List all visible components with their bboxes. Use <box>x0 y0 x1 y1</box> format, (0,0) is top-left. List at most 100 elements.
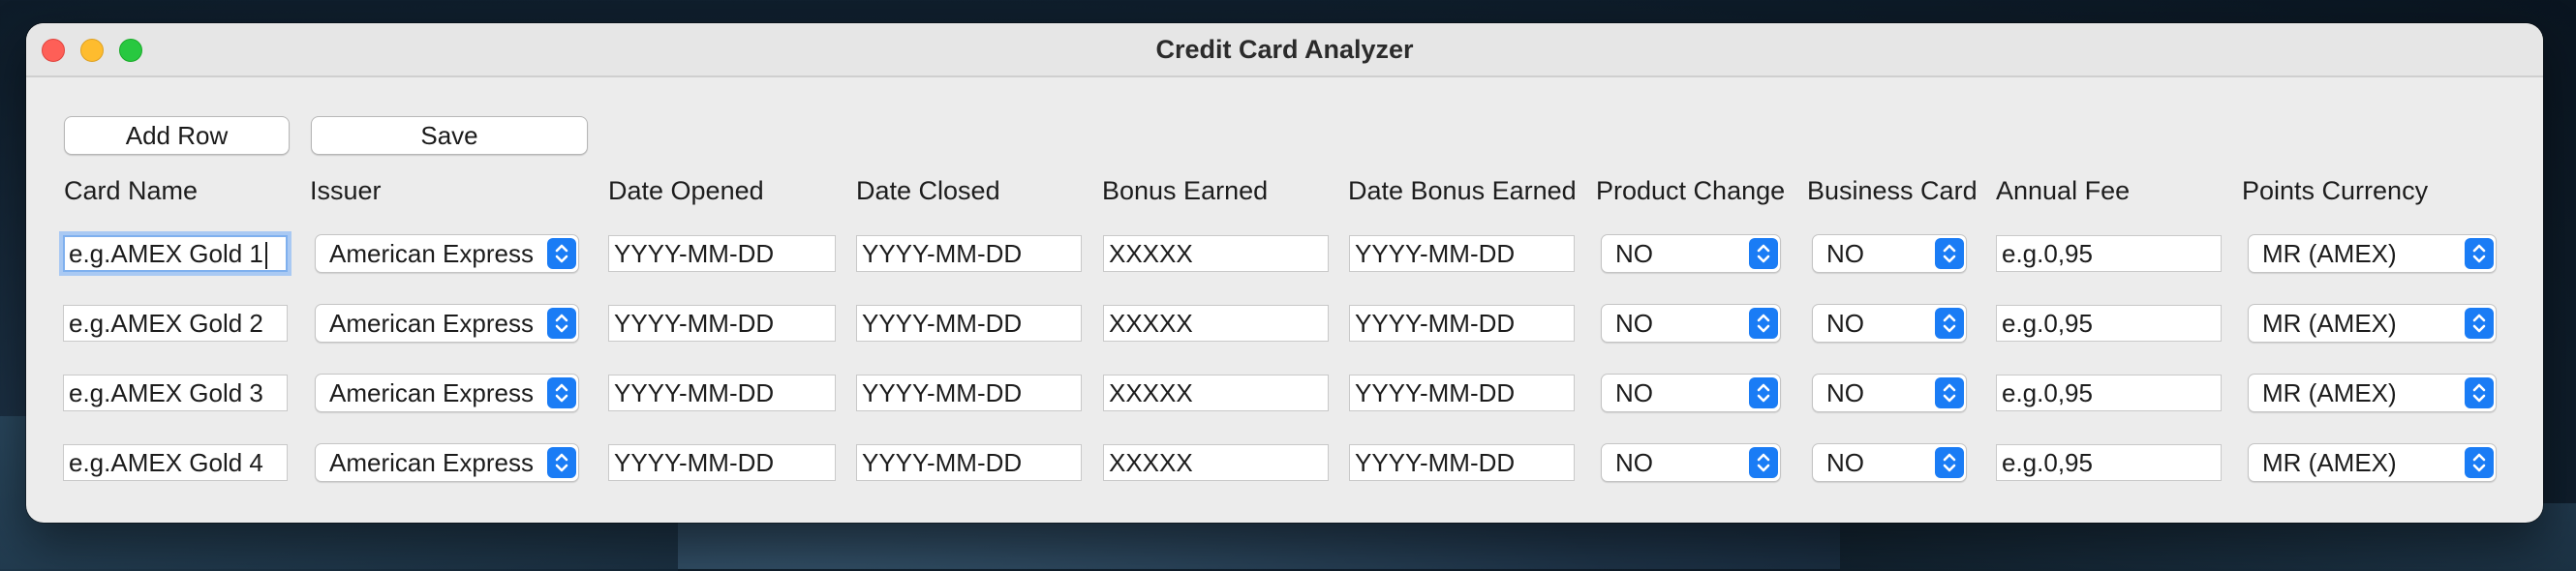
annual-fee-field[interactable]: e.g.0,95 <box>1996 235 2222 272</box>
column-header: Date Opened <box>608 176 764 205</box>
date-closed-field[interactable]: YYYY-MM-DD <box>856 235 1082 272</box>
card-name-field[interactable]: e.g.AMEX Gold 2 <box>63 305 288 342</box>
select-value: NO <box>1826 378 1864 407</box>
date-bonus-earned-field[interactable]: YYYY-MM-DD <box>1349 305 1575 342</box>
select-value: MR (AMEX) <box>2262 448 2397 477</box>
title-bar: Credit Card Analyzer <box>26 23 2543 77</box>
field-value: XXXXX <box>1109 309 1193 338</box>
select-value: NO <box>1615 239 1653 268</box>
points-currency-select[interactable]: MR (AMEX) <box>2248 234 2497 273</box>
product-change-select[interactable]: NO <box>1601 304 1781 343</box>
column-header: Date Closed <box>856 176 1000 205</box>
points-currency-select[interactable]: MR (AMEX) <box>2248 304 2497 343</box>
points-currency-select[interactable]: MR (AMEX) <box>2248 443 2497 482</box>
column-header: Bonus Earned <box>1102 176 1269 205</box>
card-name-field[interactable]: e.g.AMEX Gold 3 <box>63 375 288 411</box>
chevron-up-down-icon[interactable] <box>547 238 576 269</box>
field-value: YYYY-MM-DD <box>614 378 775 407</box>
save-button[interactable]: Save <box>311 116 588 155</box>
business-card-select[interactable]: NO <box>1812 304 1967 343</box>
column-header: Card Name <box>64 176 199 205</box>
product-change-select[interactable]: NO <box>1601 443 1781 482</box>
field-value: e.g.0,95 <box>2002 448 2093 477</box>
field-value: YYYY-MM-DD <box>862 448 1023 477</box>
field-value: XXXXX <box>1109 239 1193 268</box>
select-value: NO <box>1615 448 1653 477</box>
annual-fee-field[interactable]: e.g.0,95 <box>1996 444 2222 481</box>
select-value: NO <box>1826 448 1864 477</box>
date-closed-field[interactable]: YYYY-MM-DD <box>856 444 1082 481</box>
field-value: e.g.0,95 <box>2002 378 2093 407</box>
window-title: Credit Card Analyzer <box>1155 35 1414 64</box>
business-card-select[interactable]: NO <box>1812 443 1967 482</box>
bonus-earned-field[interactable]: XXXXX <box>1103 375 1329 411</box>
date-bonus-earned-field[interactable]: YYYY-MM-DD <box>1349 444 1575 481</box>
field-value: YYYY-MM-DD <box>614 239 775 268</box>
product-change-select[interactable]: NO <box>1601 234 1781 273</box>
date-bonus-earned-field[interactable]: YYYY-MM-DD <box>1349 375 1575 411</box>
chevron-up-down-icon[interactable] <box>1749 447 1778 478</box>
chevron-up-down-icon[interactable] <box>1935 308 1964 339</box>
chevron-up-down-icon[interactable] <box>1749 308 1778 339</box>
field-value: YYYY-MM-DD <box>614 309 775 338</box>
column-header: Date Bonus Earned <box>1348 176 1577 205</box>
annual-fee-field[interactable]: e.g.0,95 <box>1996 375 2222 411</box>
field-value: XXXXX <box>1109 378 1193 407</box>
field-value: e.g.AMEX Gold 4 <box>69 448 263 477</box>
text-cursor <box>264 242 267 270</box>
chevron-up-down-icon[interactable] <box>1749 238 1778 269</box>
select-value: MR (AMEX) <box>2262 309 2397 338</box>
card-name-field[interactable]: e.g.AMEX Gold 4 <box>63 444 288 481</box>
add-row-button[interactable]: Add Row <box>64 116 290 155</box>
date-opened-field[interactable]: YYYY-MM-DD <box>608 235 836 272</box>
chevron-up-down-icon[interactable] <box>2465 377 2494 408</box>
field-value: YYYY-MM-DD <box>1355 309 1516 338</box>
select-value: American Express <box>329 309 534 338</box>
card-name-field[interactable]: e.g.AMEX Gold 1 <box>63 235 288 272</box>
date-bonus-earned-field[interactable]: YYYY-MM-DD <box>1349 235 1575 272</box>
annual-fee-field[interactable]: e.g.0,95 <box>1996 305 2222 342</box>
date-opened-field[interactable]: YYYY-MM-DD <box>608 305 836 342</box>
select-value: NO <box>1615 309 1653 338</box>
field-value: e.g.AMEX Gold 2 <box>69 309 263 338</box>
chevron-up-down-icon[interactable] <box>1935 377 1964 408</box>
product-change-select[interactable]: NO <box>1601 374 1781 412</box>
field-value: YYYY-MM-DD <box>1355 448 1516 477</box>
select-value: American Express <box>329 378 534 407</box>
bonus-earned-field[interactable]: XXXXX <box>1103 235 1329 272</box>
field-value: e.g.0,95 <box>2002 309 2093 338</box>
bonus-earned-field[interactable]: XXXXX <box>1103 444 1329 481</box>
chevron-up-down-icon[interactable] <box>547 447 576 478</box>
issuer-select[interactable]: American Express <box>315 304 579 343</box>
column-header: Business Card <box>1807 176 1978 205</box>
bonus-earned-field[interactable]: XXXXX <box>1103 305 1329 342</box>
date-closed-field[interactable]: YYYY-MM-DD <box>856 375 1082 411</box>
column-header: Product Change <box>1596 176 1786 205</box>
field-value: YYYY-MM-DD <box>614 448 775 477</box>
business-card-select[interactable]: NO <box>1812 374 1967 412</box>
chevron-up-down-icon[interactable] <box>2465 447 2494 478</box>
chevron-up-down-icon[interactable] <box>1935 447 1964 478</box>
issuer-select[interactable]: American Express <box>315 443 579 482</box>
date-opened-field[interactable]: YYYY-MM-DD <box>608 375 836 411</box>
field-value: YYYY-MM-DD <box>1355 239 1516 268</box>
date-opened-field[interactable]: YYYY-MM-DD <box>608 444 836 481</box>
select-value: MR (AMEX) <box>2262 378 2397 407</box>
issuer-select[interactable]: American Express <box>315 234 579 273</box>
chevron-up-down-icon[interactable] <box>1749 377 1778 408</box>
chevron-up-down-icon[interactable] <box>1935 238 1964 269</box>
date-closed-field[interactable]: YYYY-MM-DD <box>856 305 1082 342</box>
chevron-up-down-icon[interactable] <box>2465 238 2494 269</box>
chevron-up-down-icon[interactable] <box>547 308 576 339</box>
chevron-up-down-icon[interactable] <box>547 377 576 408</box>
select-value: American Express <box>329 448 534 477</box>
app-window: Credit Card Analyzer Add Row Save Card N… <box>26 23 2543 523</box>
chevron-up-down-icon[interactable] <box>2465 308 2494 339</box>
select-value: NO <box>1826 239 1864 268</box>
field-value: YYYY-MM-DD <box>862 378 1023 407</box>
field-value: YYYY-MM-DD <box>862 239 1023 268</box>
business-card-select[interactable]: NO <box>1812 234 1967 273</box>
issuer-select[interactable]: American Express <box>315 374 579 412</box>
select-value: NO <box>1826 309 1864 338</box>
points-currency-select[interactable]: MR (AMEX) <box>2248 374 2497 412</box>
